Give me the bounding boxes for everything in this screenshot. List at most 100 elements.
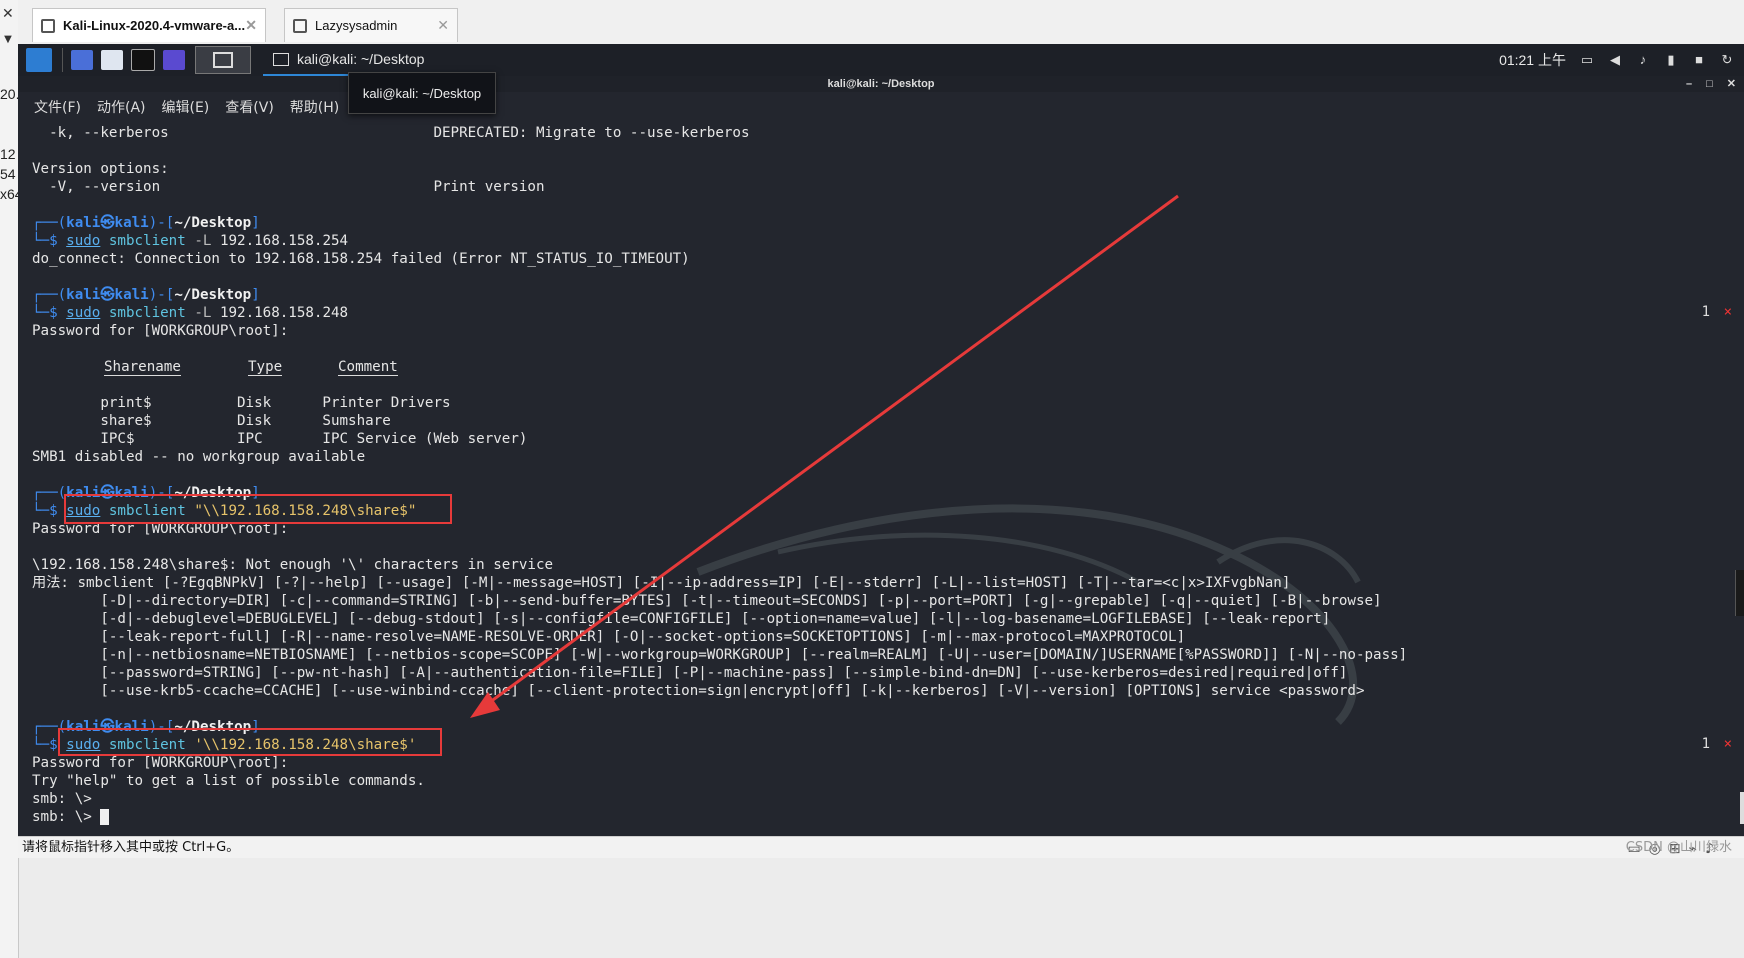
usage-line: [-n|--netbiosname=NETBIOSNAME] [--netbio… xyxy=(32,647,1408,663)
prompt-user: kali xyxy=(66,287,101,303)
terminal-menubar: 文件(F) 动作(A) 编辑(E) 查看(V) 帮助(H) xyxy=(18,92,1744,122)
prompt-host: kali xyxy=(114,215,149,231)
cmd-flag: -L xyxy=(194,233,212,249)
prompt-dir: ~/Desktop xyxy=(174,215,252,231)
highlight-box xyxy=(64,494,452,524)
window-title: kali@kali: ~/Desktop xyxy=(827,78,935,90)
output-line: \192.168.158.248\share$: Not enough '\' … xyxy=(32,557,554,573)
display-icon[interactable]: ▭ xyxy=(1580,53,1594,67)
minimize-icon[interactable]: – xyxy=(1686,76,1692,92)
terminal-icon xyxy=(273,52,289,66)
status-hint: 请将鼠标指针移入其中或按 Ctrl+G。 xyxy=(22,840,240,855)
output-line: Try "help" to get a list of possible com… xyxy=(32,773,425,789)
panel-tray: 01:21 上午 ▭ ◀ ♪ ▮ ■ ↻ xyxy=(1499,44,1734,76)
usage-line: 用法: smbclient [-?EgqBNPkV] [-?|--help] [… xyxy=(32,575,1291,591)
text-cursor xyxy=(100,809,110,825)
menu-view[interactable]: 查看(V) xyxy=(225,97,274,117)
tab-lazysysadmin[interactable]: Lazysysadmin ✕ xyxy=(284,8,458,42)
prompt-host: kali xyxy=(114,287,149,303)
usage-line: [-D|--directory=DIR] [-c|--command=STRIN… xyxy=(32,593,1382,609)
table-header-type: Type xyxy=(248,359,283,376)
taskbar-terminal-label: kali@kali: ~/Desktop xyxy=(297,51,425,67)
cmd-name: smbclient xyxy=(100,233,195,249)
cmd-name: smbclient xyxy=(100,305,195,321)
output-line: Password for [WORKGROUP\root]: xyxy=(32,755,289,771)
usage-line: [--use-krb5-ccache=CCACHE] [--use-winbin… xyxy=(32,683,1365,699)
kali-top-panel: kali@kali: ~/Desktop 01:21 上午 ▭ ◀ ♪ ▮ ■ … xyxy=(18,44,1744,76)
notification-bell-icon[interactable]: ♪ xyxy=(1636,53,1650,67)
output-line: -k, --kerberos DEPRECATED: Migrate to --… xyxy=(32,125,750,141)
window-controls: – □ ✕ xyxy=(1686,76,1736,92)
terminal-body[interactable]: -k, --kerberos DEPRECATED: Migrate to --… xyxy=(18,122,1744,836)
cmd-sudo: sudo xyxy=(66,305,101,321)
table-row: share$ Disk Sumshare xyxy=(32,413,391,429)
host-fragment: 20. xyxy=(0,86,20,102)
output-line: Version options: xyxy=(32,161,169,177)
tooltip: kali@kali: ~/Desktop xyxy=(348,72,496,114)
power-icon[interactable]: ↻ xyxy=(1720,53,1734,67)
command-line: └─$ sudo smbclient -L 192.168.158.248 xyxy=(32,305,349,321)
usage-line: [--leak-report-full] [-R|--name-resolve=… xyxy=(32,629,1186,645)
file-manager-icon[interactable] xyxy=(101,50,123,70)
usage-line: [--password=STRING] [--pw-nt-hash] [-A|-… xyxy=(32,665,1348,681)
prompt-dir: ~/Desktop xyxy=(174,287,252,303)
scrollbar[interactable] xyxy=(1735,570,1744,616)
kali-menu-icon[interactable] xyxy=(26,48,52,72)
prompt-line: ┌──(kali㉿kali)-[~/Desktop] xyxy=(32,215,260,231)
output-line: do_connect: Connection to 192.168.158.25… xyxy=(32,251,690,267)
vm-status-bar: 请将鼠标指针移入其中或按 Ctrl+G。 ▭ ◎ ⊞ ⌁ ♪ CSDN @山川绿… xyxy=(18,836,1744,858)
host-fragment: 12 xyxy=(0,146,16,162)
exit-status: 1 xyxy=(1701,304,1710,320)
close-icon[interactable]: ✕ xyxy=(1727,76,1736,92)
command-line: └─$ sudo smbclient -L 192.168.158.254 xyxy=(32,233,349,249)
terminal-icon[interactable] xyxy=(131,49,155,71)
host-left-strip: ✕ ▼ 20. 12 54 x64 xyxy=(0,0,23,958)
close-icon[interactable]: ✕ xyxy=(437,17,449,34)
menu-edit[interactable]: 编辑(E) xyxy=(162,97,210,117)
output-line: Password for [WORKGROUP\root]: xyxy=(32,323,289,339)
battery-icon[interactable]: ▮ xyxy=(1664,53,1678,67)
menu-help[interactable]: 帮助(H) xyxy=(290,97,339,117)
usage-line: [-d|--debuglevel=DEBUGLEVEL] [--debug-st… xyxy=(32,611,1331,627)
table-row: IPC$ IPC IPC Service (Web server) xyxy=(32,431,528,447)
close-icon[interactable]: ✕ xyxy=(2,6,14,22)
output-line: SMB1 disabled -- no workgroup available xyxy=(32,449,366,465)
vm-icon xyxy=(293,18,307,33)
output-line: -V, --version Print version xyxy=(32,179,545,195)
tab-label: Kali-Linux-2020.4-vmware-a... xyxy=(63,18,246,33)
dropdown-icon[interactable]: ▼ xyxy=(0,34,16,50)
terminal-title-bar[interactable]: kali@kali: ~/Desktop – □ ✕ xyxy=(18,76,1744,92)
menu-file[interactable]: 文件(F) xyxy=(34,97,81,117)
cmd-flag: -L xyxy=(194,305,212,321)
table-header-sharename: Sharename xyxy=(104,359,181,376)
table-row: print$ Disk Printer Drivers xyxy=(32,395,451,411)
close-icon[interactable]: ✕ xyxy=(245,17,257,34)
vm-icon xyxy=(41,18,55,33)
table-header-comment: Comment xyxy=(338,359,398,376)
input-line[interactable]: smb: \> xyxy=(32,808,110,826)
scrollbar-thumb[interactable] xyxy=(1740,792,1744,824)
cmd-arg: 192.168.158.254 xyxy=(211,233,349,249)
lock-icon[interactable]: ■ xyxy=(1692,53,1706,67)
menu-action[interactable]: 动作(A) xyxy=(97,97,146,117)
browser-icon[interactable] xyxy=(163,50,185,70)
cmd-arg: 192.168.158.248 xyxy=(211,305,349,321)
exit-status: 1 xyxy=(1701,736,1710,752)
host-fragment: 54 xyxy=(0,166,16,182)
clock[interactable]: 01:21 上午 xyxy=(1499,50,1566,70)
prompt-line: ┌──(kali㉿kali)-[~/Desktop] xyxy=(32,287,260,303)
workspace-switcher[interactable] xyxy=(195,46,251,74)
error-x-icon: × xyxy=(1723,304,1732,320)
volume-icon[interactable]: ◀ xyxy=(1608,53,1622,67)
tab-kali-vm[interactable]: Kali-Linux-2020.4-vmware-a... ✕ xyxy=(32,8,266,42)
desktop-icon[interactable] xyxy=(71,50,93,70)
csdn-watermark: CSDN @山川绿水 xyxy=(1625,840,1732,855)
panel-separator xyxy=(62,48,63,72)
maximize-icon[interactable]: □ xyxy=(1706,76,1713,92)
tab-label: Lazysysadmin xyxy=(315,18,398,33)
vm-tab-bar: Kali-Linux-2020.4-vmware-a... ✕ Lazysysa… xyxy=(18,0,1744,45)
error-x-icon: × xyxy=(1723,736,1732,752)
prompt-user: kali xyxy=(66,215,101,231)
cmd-sudo: sudo xyxy=(66,233,101,249)
output-line: smb: \> xyxy=(32,791,92,807)
